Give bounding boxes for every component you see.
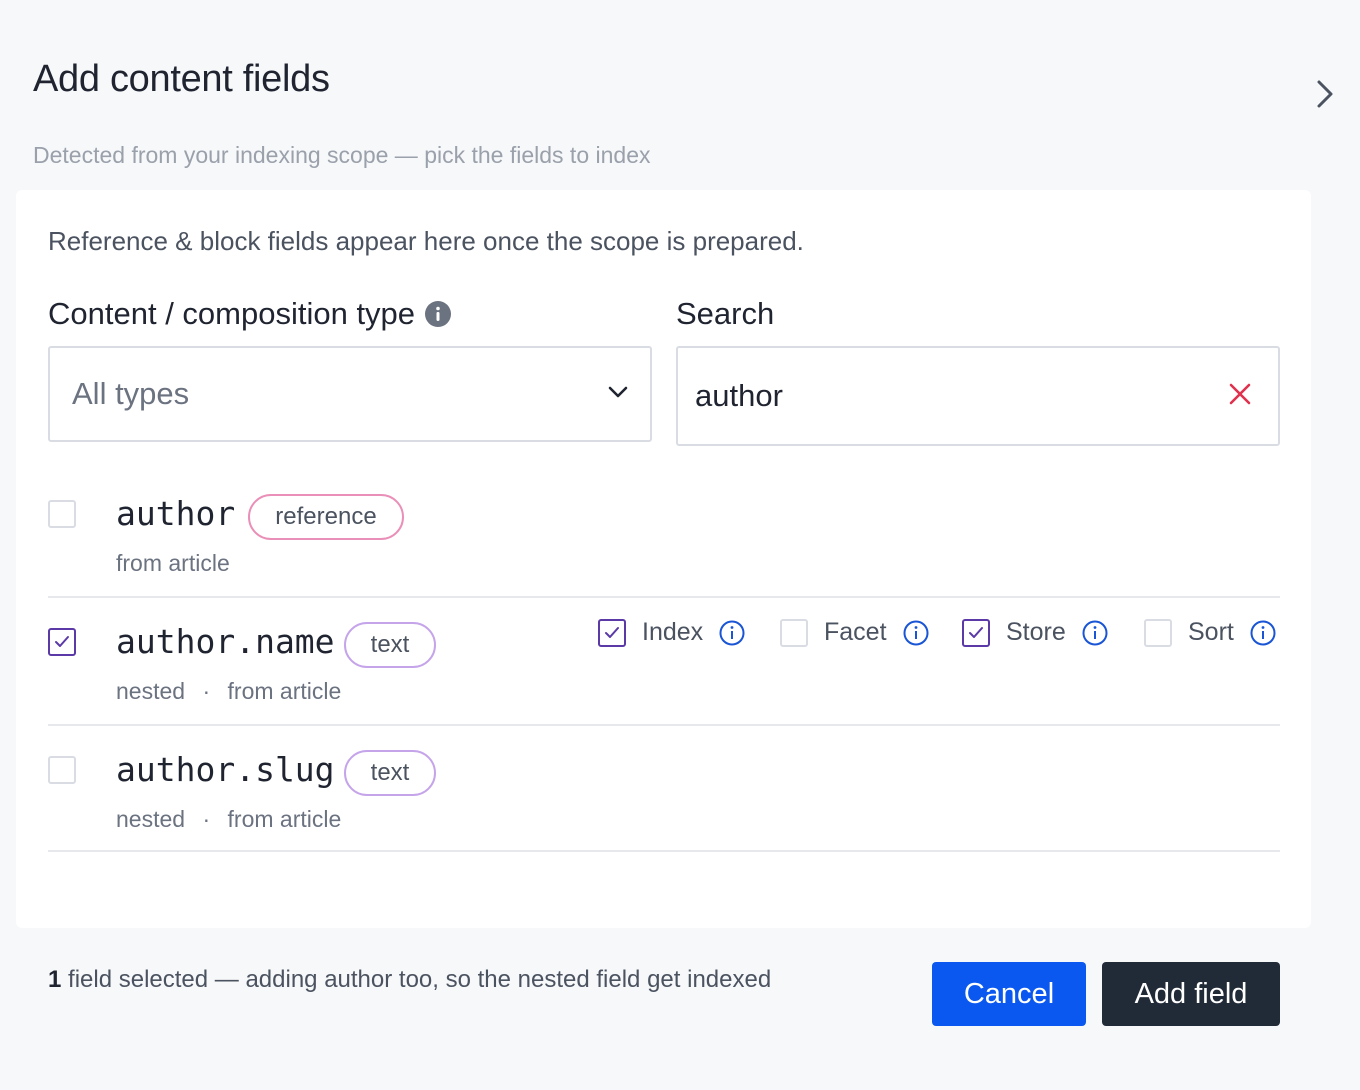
info-text: Reference & block fields appear here onc…: [48, 226, 804, 256]
field-name: author.name: [116, 622, 335, 661]
field-type-badge: text: [344, 622, 436, 668]
info-icon[interactable]: [425, 301, 452, 327]
info-icon[interactable]: [1082, 620, 1108, 646]
field-name: author: [116, 494, 236, 533]
field-picker-card: Reference & block fields appear here onc…: [16, 190, 1311, 928]
type-select[interactable]: All types: [48, 346, 652, 442]
field-checkbox-author[interactable]: [48, 500, 76, 528]
field-meta: nested · from article: [116, 806, 341, 833]
cancel-button[interactable]: Cancel: [932, 962, 1086, 1026]
page-title: Add content fields: [33, 58, 330, 100]
field-origin: from article: [227, 678, 342, 704]
clear-search-button[interactable]: [1220, 376, 1260, 416]
selected-count: 1: [48, 966, 62, 993]
field-checkbox-author-name[interactable]: [48, 628, 76, 656]
field-type-badge: text: [344, 750, 436, 796]
field-row-author-slug: author.slug text nested · from article: [48, 726, 1280, 852]
search-box: [676, 346, 1280, 446]
close-icon: [1228, 382, 1252, 411]
chevron-right-icon: [1315, 78, 1335, 115]
field-nested: nested: [116, 678, 186, 704]
option-store: Store: [962, 618, 1108, 647]
option-facet: Facet: [780, 618, 929, 647]
field-row-author: author reference from article: [48, 480, 1280, 598]
store-checkbox[interactable]: [962, 618, 990, 647]
field-origin: from article: [227, 806, 342, 832]
field-origin: from article: [116, 550, 230, 576]
type-select-value: All types: [72, 376, 190, 411]
sort-checkbox[interactable]: [1144, 618, 1172, 647]
field-meta: nested · from article: [116, 678, 341, 705]
selection-summary: 1 field selected — adding author too, so…: [48, 966, 771, 994]
option-sort: Sort: [1144, 618, 1276, 647]
meta-separator: ·: [202, 678, 211, 704]
meta-separator: ·: [202, 806, 211, 832]
collapse-panel-button[interactable]: [1308, 78, 1342, 114]
field-row-author-name: author.name text nested · from article I…: [48, 598, 1280, 726]
add-field-button[interactable]: Add field: [1102, 962, 1280, 1026]
field-type-badge: reference: [248, 494, 404, 540]
type-label: Content / composition type: [48, 296, 452, 332]
page-subtitle: Detected from your indexing scope — pick…: [33, 142, 651, 168]
info-icon[interactable]: [1250, 620, 1276, 646]
facet-checkbox[interactable]: [780, 618, 808, 647]
search-label: Search: [676, 296, 775, 331]
type-label-text: Content / composition type: [48, 296, 416, 331]
store-label: Store: [1006, 618, 1066, 646]
search-input[interactable]: [695, 378, 1175, 414]
index-checkbox[interactable]: [598, 618, 626, 647]
info-icon[interactable]: [719, 620, 745, 646]
field-checkbox-author-slug[interactable]: [48, 756, 76, 784]
info-icon[interactable]: [903, 620, 929, 646]
selection-message: field selected — adding author too, so t…: [61, 966, 772, 993]
option-index: Index: [598, 618, 745, 647]
field-name: author.slug: [116, 750, 335, 789]
chevron-down-icon: [608, 385, 628, 404]
facet-label: Facet: [824, 618, 887, 646]
field-nested: nested: [116, 806, 186, 832]
sort-label: Sort: [1188, 618, 1234, 646]
index-label: Index: [642, 618, 704, 646]
